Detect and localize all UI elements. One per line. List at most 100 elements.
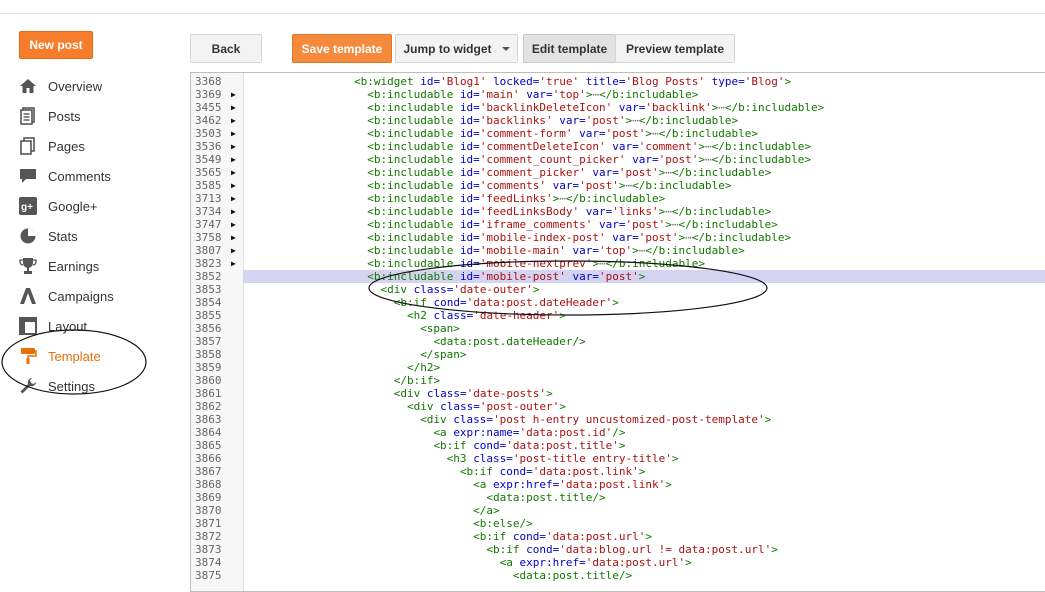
code-line[interactable]: 3867 <b:if cond='data:post.link'>: [191, 465, 1045, 478]
fold-arrow-icon[interactable]: ▶: [231, 88, 236, 101]
fold-arrow-icon[interactable]: ▶: [231, 244, 236, 257]
code-line[interactable]: 3864 <a expr:name='data:post.id'/>: [191, 426, 1045, 439]
edit-template-button[interactable]: Edit template: [523, 34, 616, 63]
code-line[interactable]: 3866 <h3 class='post-title entry-title'>: [191, 452, 1045, 465]
code-line[interactable]: 3713 ▶ <b:includable id='feedLinks'>⋯</b:…: [191, 192, 1045, 205]
sidebar-item-google-plus[interactable]: g+ Google+: [18, 191, 168, 221]
code-line[interactable]: 3858 </span>: [191, 348, 1045, 361]
code-token: 'backlinkDeleteIcon': [479, 101, 613, 114]
code-line[interactable]: 3863 <div class='post h-entry uncustomiz…: [191, 413, 1045, 426]
code-line[interactable]: 3862 <div class='post-outer'>: [191, 400, 1045, 413]
code-line[interactable]: 3747 ▶ <b:includable id='iframe_comments'…: [191, 218, 1045, 231]
code-line[interactable]: 3854 <b:if cond='data:post.dateHeader'>: [191, 296, 1045, 309]
line-number: 3368: [195, 75, 222, 88]
fold-arrow-icon[interactable]: ▶: [231, 231, 236, 244]
code-text: <b:includable id='mobile-nextprev'>⋯</b:…: [248, 257, 705, 270]
code-line-highlighted[interactable]: 3852 <b:includable id='mobile-post' var=…: [191, 270, 1045, 283]
sidebar-item-template[interactable]: Template: [18, 341, 168, 371]
line-gutter: 3585 ▶: [191, 179, 243, 192]
code-line[interactable]: 3857 <data:post.dateHeader/>: [191, 335, 1045, 348]
save-template-button[interactable]: Save template: [292, 34, 392, 63]
code-token: var=: [592, 166, 619, 179]
code-token: <b:includable: [367, 153, 460, 166]
sidebar-item-posts[interactable]: Posts: [18, 101, 168, 131]
code-text: <b:widget id='Blog1' locked='true' title…: [248, 75, 791, 88]
fold-arrow-icon[interactable]: ▶: [231, 140, 236, 153]
line-number: 3807: [195, 244, 222, 257]
sidebar-item-pages[interactable]: Pages: [18, 131, 168, 161]
line-number: 3536: [195, 140, 222, 153]
code-line[interactable]: 3455 ▶ <b:includable id='backlinkDeleteIc…: [191, 101, 1045, 114]
code-line[interactable]: 3758 ▶ <b:includable id='mobile-index-pos…: [191, 231, 1045, 244]
sidebar-item-campaigns[interactable]: Campaigns: [18, 281, 168, 311]
new-post-button[interactable]: New post: [19, 31, 93, 59]
preview-template-button[interactable]: Preview template: [615, 34, 735, 63]
code-line[interactable]: 3565 ▶ <b:includable id='comment_picker' …: [191, 166, 1045, 179]
fold-arrow-icon[interactable]: ▶: [231, 153, 236, 166]
fold-arrow-icon[interactable]: ▶: [231, 127, 236, 140]
sidebar-item-settings[interactable]: Settings: [18, 371, 168, 401]
code-line[interactable]: 3369 ▶ <b:includable id='main' var='top'>…: [191, 88, 1045, 101]
line-number: 3874: [195, 556, 222, 569]
sidebar-item-layout[interactable]: Layout: [18, 311, 168, 341]
code-token: 'post-title entry-title': [512, 452, 672, 465]
template-code-editor[interactable]: 3368 <b:widget id='Blog1' locked='true' …: [190, 72, 1045, 592]
fold-arrow-icon[interactable]: ▶: [231, 179, 236, 192]
code-line[interactable]: 3871 <b:else/>: [191, 517, 1045, 530]
sidebar-item-overview[interactable]: Overview: [18, 71, 168, 101]
code-line[interactable]: 3860 </b:if>: [191, 374, 1045, 387]
sidebar-item-stats[interactable]: Stats: [18, 221, 168, 251]
fold-arrow-icon[interactable]: ▶: [231, 205, 236, 218]
fold-arrow-icon[interactable]: ▶: [231, 166, 236, 179]
code-line[interactable]: 3855 <h2 class='date-header'>: [191, 309, 1045, 322]
code-token: 'Blog Posts': [625, 75, 706, 88]
code-line[interactable]: 3873 <b:if cond='data:blog.url != data:p…: [191, 543, 1045, 556]
code-token: id=: [459, 88, 480, 101]
line-number: 3857: [195, 335, 222, 348]
code-text: <b:includable id='mobile-main' var='top'…: [248, 244, 745, 257]
code-line[interactable]: 3368 <b:widget id='Blog1' locked='true' …: [191, 75, 1045, 88]
code-line[interactable]: 3856 <span>: [191, 322, 1045, 335]
code-token: id=: [459, 205, 480, 218]
code-line[interactable]: 3536 ▶ <b:includable id='commentDeleteIco…: [191, 140, 1045, 153]
sidebar-item-comments[interactable]: Comments: [18, 161, 168, 191]
layout-icon: [18, 316, 38, 336]
code-line[interactable]: 3865 <b:if cond='data:post.title'>: [191, 439, 1045, 452]
code-line[interactable]: 3585 ▶ <b:includable id='comments' var='p…: [191, 179, 1045, 192]
fold-arrow-icon[interactable]: ▶: [231, 101, 236, 114]
jump-to-widget-dropdown[interactable]: Jump to widget: [395, 34, 518, 63]
sidebar-item-label: Comments: [48, 168, 111, 184]
code-text: <div class='post h-entry uncustomized-po…: [248, 413, 771, 426]
code-token: var=: [599, 218, 626, 231]
sidebar-item-earnings[interactable]: Earnings: [18, 251, 168, 281]
code-line[interactable]: 3870 </a>: [191, 504, 1045, 517]
code-line[interactable]: 3853 <div class='date-outer'>: [191, 283, 1045, 296]
svg-text:g+: g+: [21, 202, 33, 213]
code-line[interactable]: 3869 <data:post.title/>: [191, 491, 1045, 504]
code-line[interactable]: 3861 <div class='date-posts'>: [191, 387, 1045, 400]
code-line[interactable]: 3549 ▶ <b:includable id='comment_count_pi…: [191, 153, 1045, 166]
code-line[interactable]: 3875 <data:post.title/>: [191, 569, 1045, 582]
code-line[interactable]: 3823 ▶ <b:includable id='mobile-nextprev'…: [191, 257, 1045, 270]
code-line[interactable]: 3874 <a expr:href='data:post.url'>: [191, 556, 1045, 569]
line-number: 3852: [195, 270, 222, 283]
code-token: 'data:post.link': [559, 478, 666, 491]
code-token: >: [665, 218, 672, 231]
line-number: 3864: [195, 426, 222, 439]
code-line[interactable]: 3807 ▶ <b:includable id='mobile-main' var…: [191, 244, 1045, 257]
code-line[interactable]: 3503 ▶ <b:includable id='comment-form' va…: [191, 127, 1045, 140]
code-text: </span>: [248, 348, 466, 361]
code-line[interactable]: 3872 <b:if cond='data:post.url'>: [191, 530, 1045, 543]
code-token: ⋯: [599, 257, 606, 270]
code-line[interactable]: 3734 ▶ <b:includable id='feedLinksBody' v…: [191, 205, 1045, 218]
fold-arrow-icon[interactable]: ▶: [231, 114, 236, 127]
code-line[interactable]: 3462 ▶ <b:includable id='backlinks' var='…: [191, 114, 1045, 127]
back-button[interactable]: Back: [190, 34, 262, 63]
code-line[interactable]: 3868 <a expr:href='data:post.link'>: [191, 478, 1045, 491]
fold-arrow-icon[interactable]: ▶: [231, 218, 236, 231]
code-token: 'post': [579, 179, 619, 192]
fold-arrow-icon[interactable]: ▶: [231, 257, 236, 270]
code-line[interactable]: 3859 </h2>: [191, 361, 1045, 374]
fold-arrow-icon[interactable]: ▶: [231, 192, 236, 205]
